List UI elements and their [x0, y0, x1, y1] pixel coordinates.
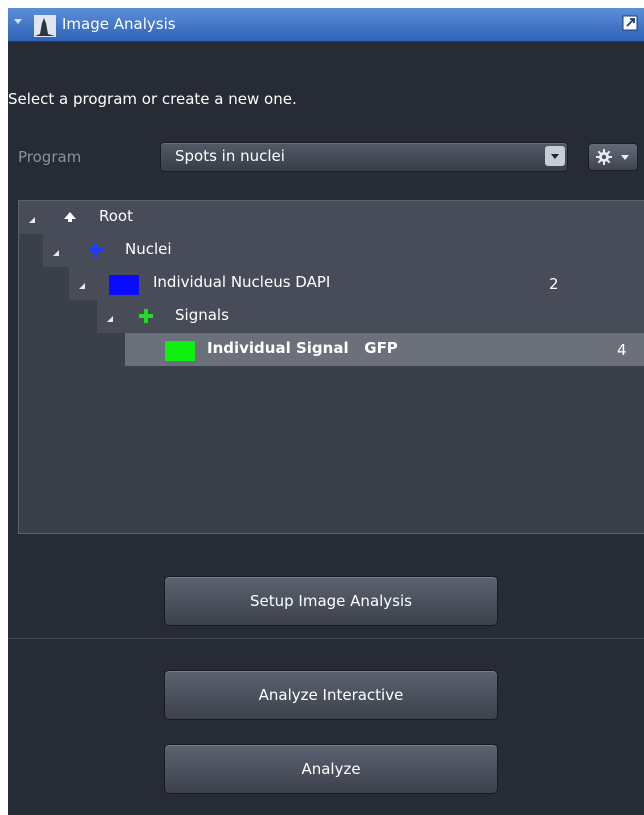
plus-icon: [139, 309, 153, 323]
panel-title: Image Analysis: [62, 15, 176, 33]
tree-row-individual-signal[interactable]: Individual Signal GFP 4: [19, 333, 644, 367]
collapse-arrow-icon[interactable]: [14, 19, 22, 24]
analyze-button[interactable]: Analyze: [164, 744, 498, 794]
program-options-button[interactable]: [588, 143, 638, 171]
program-label: Program: [18, 148, 82, 166]
tree-row-count: 2: [549, 275, 559, 293]
analysis-tree[interactable]: Root Nuclei Individual Nucleus DAPI 2 Si…: [18, 200, 644, 534]
setup-image-analysis-button[interactable]: Setup Image Analysis: [164, 576, 498, 626]
tree-row-root[interactable]: Root: [19, 201, 644, 235]
tree-row-nuclei[interactable]: Nuclei: [19, 234, 644, 268]
panel-title-bar[interactable]: Image Analysis: [8, 8, 644, 42]
tree-row-label: Individual Signal GFP: [207, 339, 398, 357]
program-select[interactable]: Spots in nuclei: [160, 142, 568, 172]
tree-row-label: Individual Nucleus DAPI: [153, 273, 331, 291]
divider: [8, 638, 644, 639]
color-swatch: [109, 275, 139, 295]
expand-arrow-icon[interactable]: [29, 217, 35, 223]
plus-icon: [89, 243, 103, 257]
tree-row-individual-nucleus[interactable]: Individual Nucleus DAPI 2: [19, 267, 644, 301]
tree-row-label: Signals: [175, 306, 229, 324]
analyze-interactive-button[interactable]: Analyze Interactive: [164, 670, 498, 720]
expand-arrow-icon[interactable]: [53, 250, 59, 256]
popout-icon[interactable]: [622, 15, 638, 31]
tree-row-count: 4: [617, 341, 627, 359]
dropdown-arrow-icon[interactable]: [545, 146, 565, 166]
histogram-icon: [34, 15, 56, 37]
tree-row-signals[interactable]: Signals: [19, 300, 644, 334]
intro-text: Select a program or create a new one.: [8, 90, 297, 108]
expand-arrow-icon[interactable]: [107, 316, 113, 322]
tree-row-label: Nuclei: [125, 240, 172, 258]
expand-arrow-icon[interactable]: [79, 283, 85, 289]
image-analysis-panel: Image Analysis Select a program or creat…: [8, 8, 644, 815]
color-swatch: [165, 341, 195, 361]
tree-row-label: Root: [99, 207, 133, 225]
up-arrow-icon: [64, 212, 76, 222]
chevron-down-icon: [621, 155, 629, 160]
program-select-value: Spots in nuclei: [175, 147, 285, 165]
gear-icon: [596, 149, 612, 165]
